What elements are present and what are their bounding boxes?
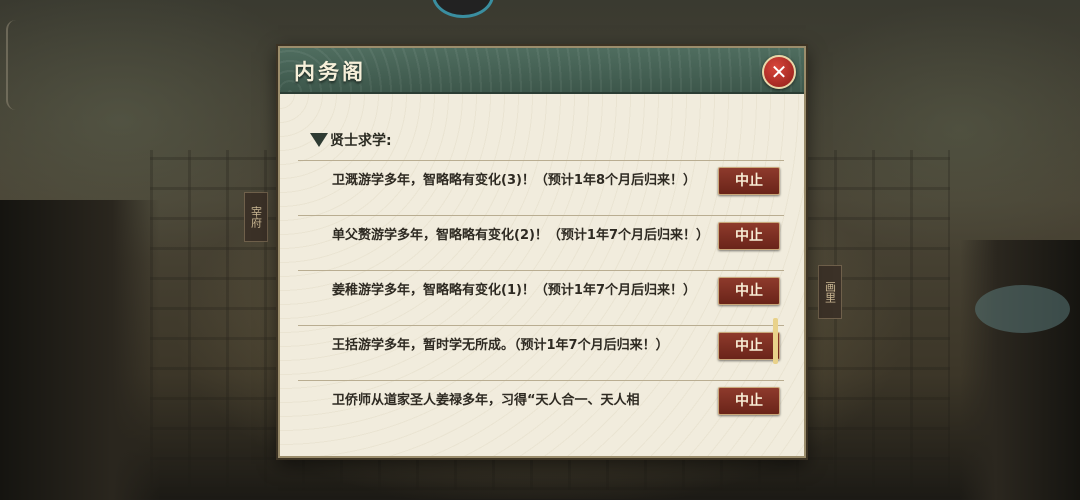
stop-button[interactable]: 中止 xyxy=(718,222,780,250)
left-edge-bracket xyxy=(6,20,22,110)
list-item: 卫侨师从道家圣人姜禄多年，习得“天人合一、天人相 中止 xyxy=(298,380,784,435)
close-button[interactable]: ✕ xyxy=(762,55,796,89)
study-list[interactable]: 卫溉游学多年，智略略有变化(3)！（预计1年8个月后归来！） 中止 单父赘游学多… xyxy=(298,160,784,456)
list-item: 单父赘游学多年，智略略有变化(2)！（预计1年7个月后归来！） 中止 xyxy=(298,215,784,270)
list-item-text: 王括游学多年，暂时学无所成。（预计1年7个月后归来！） xyxy=(332,338,669,353)
dialog-titlebar: 内务阁 ✕ xyxy=(280,48,804,94)
section-title: 贤士求学: xyxy=(330,133,392,149)
list-item-text: 卫侨师从道家圣人姜禄多年，习得“天人合一、天人相 xyxy=(332,393,640,408)
close-icon: ✕ xyxy=(770,60,788,84)
list-item: 王括游学多年，暂时学无所成。（预计1年7个月后归来！） 中止 xyxy=(298,325,784,380)
list-item-text: 姜稚游学多年，智略略有变化(1)！（预计1年7个月后归来！） xyxy=(332,283,697,298)
stop-button[interactable]: 中止 xyxy=(718,332,780,360)
list-item: 姜稚游学多年，智略略有变化(1)！（预计1年7个月后归来！） 中止 xyxy=(298,270,784,325)
dialog-title: 内务阁 xyxy=(294,60,366,84)
stop-button[interactable]: 中止 xyxy=(718,167,780,195)
neiwuge-dialog: 内务阁 ✕ 贤士求学: 卫溉游学多年，智略略有变化(3)！（预计1年8个月后归来… xyxy=(278,46,806,458)
cliff-right xyxy=(960,240,1080,500)
stop-button[interactable]: 中止 xyxy=(718,277,780,305)
stop-button[interactable]: 中止 xyxy=(718,387,780,415)
list-item-text: 卫溉游学多年，智略略有变化(3)！（预计1年8个月后归来！） xyxy=(332,173,697,188)
dialog-content: 贤士求学: 卫溉游学多年，智略略有变化(3)！（预计1年8个月后归来！） 中止 … xyxy=(280,94,804,456)
pond xyxy=(975,285,1070,333)
list-item: 卫溉游学多年，智略略有变化(3)！（预计1年8个月后归来！） 中止 xyxy=(298,160,784,215)
map-tag-left[interactable]: 宰府 xyxy=(244,192,268,242)
scrollbar[interactable] xyxy=(773,318,778,364)
section-header[interactable]: 贤士求学: xyxy=(310,130,392,150)
cliff-left xyxy=(0,200,160,500)
list-item-text: 单父赘游学多年，智略略有变化(2)！（预计1年7个月后归来！） xyxy=(332,228,710,243)
collapse-triangle-icon xyxy=(310,133,328,147)
map-tag-right[interactable]: 画里 xyxy=(818,265,842,319)
